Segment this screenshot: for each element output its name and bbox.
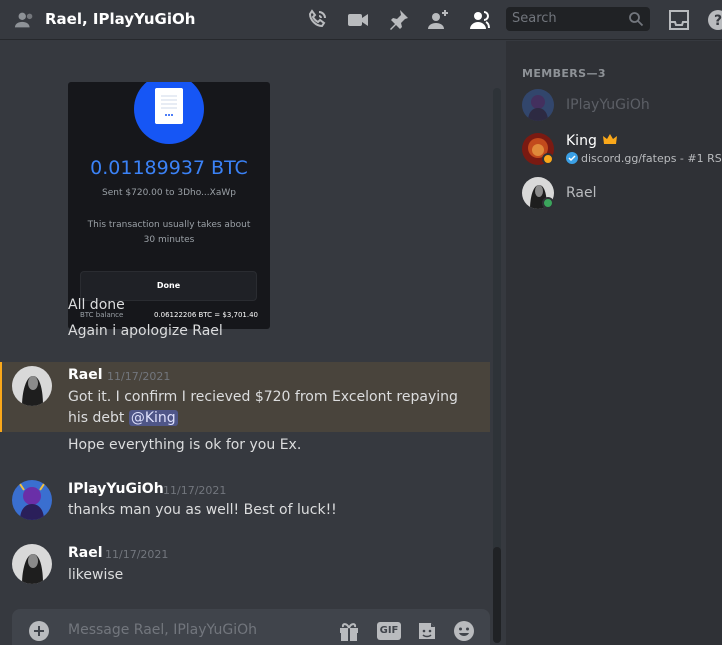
iplayyugioh-avatar-image — [522, 89, 554, 121]
member-name: IPlayYuGiOh — [566, 97, 650, 113]
btc-amount: 0.01189937 BTC — [90, 157, 248, 179]
transaction-note-line2: 30 minutes — [143, 235, 195, 245]
crown-icon — [603, 134, 618, 144]
pinned-messages-icon[interactable] — [386, 8, 410, 32]
call-icon[interactable] — [305, 8, 329, 32]
message-timestamp: 11/17/2021 — [163, 484, 227, 497]
user-mention[interactable]: @King — [128, 410, 178, 426]
sticker-icon[interactable] — [416, 620, 438, 642]
member-name-text: King — [566, 133, 597, 149]
message-timestamp: 11/17/2021 — [107, 370, 171, 383]
message-text: All done — [68, 297, 125, 313]
channel-title: Rael, IPlayYuGiOh — [45, 10, 196, 28]
message-text: his debt @King — [68, 410, 178, 426]
search-input[interactable]: Search — [506, 7, 650, 31]
member-name: King — [566, 133, 618, 149]
online-status-icon — [542, 197, 554, 209]
message-list: 0.01189937 BTC Sent $720.00 to 3Dho...Xa… — [0, 41, 505, 645]
member-status: discord.gg/fateps - #1 RSP... — [566, 152, 722, 165]
search-placeholder: Search — [512, 11, 557, 26]
message-author[interactable]: Rael — [68, 545, 103, 561]
document-icon — [155, 88, 183, 124]
channel-header: Rael, IPlayYuGiOh Search ? — [0, 0, 722, 40]
emoji-icon[interactable] — [453, 620, 475, 642]
avatar[interactable] — [12, 366, 52, 406]
verified-icon — [566, 152, 578, 164]
iplayyugioh-avatar-image — [12, 480, 52, 520]
scrollbar-thumb[interactable] — [493, 547, 501, 643]
group-dm-icon — [14, 12, 33, 28]
transaction-screenshot[interactable]: 0.01189937 BTC Sent $720.00 to 3Dho...Xa… — [68, 82, 270, 329]
balance-value: 0.06122206 BTC = $3,701.40 — [153, 311, 258, 319]
message-text: Again i apologize Rael — [68, 323, 223, 339]
add-friends-to-dm-icon[interactable] — [426, 8, 450, 32]
gif-button[interactable]: GIF — [377, 622, 401, 640]
gift-icon[interactable] — [338, 620, 360, 642]
help-icon[interactable]: ? — [706, 8, 722, 32]
gif-label: GIF — [379, 625, 399, 636]
member-list-heading: MEMBERS—3 — [522, 67, 606, 80]
message-text: thanks man you as well! Best of luck!! — [68, 502, 337, 518]
search-icon — [629, 12, 644, 27]
avatar[interactable] — [12, 480, 52, 520]
rael-avatar-image — [12, 544, 52, 584]
message-text: likewise — [68, 567, 124, 583]
rael-avatar-image — [12, 366, 52, 406]
avatar[interactable] — [12, 544, 52, 584]
inbox-icon[interactable] — [667, 8, 691, 32]
message-text: Got it. I confirm I recieved $720 from E… — [68, 389, 458, 405]
message-input-placeholder: Message Rael, IPlayYuGiOh — [68, 622, 257, 638]
member-list-icon[interactable] — [466, 8, 490, 32]
message-author[interactable]: Rael — [68, 367, 103, 383]
add-attachment-icon[interactable] — [29, 621, 49, 641]
member-status-text: discord.gg/fateps - #1 RSP... — [581, 152, 722, 165]
video-call-icon[interactable] — [346, 8, 370, 32]
member-list: MEMBERS—3 IPlayYuGiOh King discord.gg/fa… — [506, 41, 722, 645]
message-text: Hope everything is ok for you Ex. — [68, 437, 302, 453]
mention-bar — [0, 362, 2, 432]
message-text-prefix: his debt — [68, 410, 129, 426]
member-name: Rael — [566, 185, 597, 201]
message-input[interactable]: Message Rael, IPlayYuGiOh GIF — [12, 609, 490, 645]
avatar — [522, 89, 554, 121]
message-author[interactable]: IPlayYuGiOh — [68, 481, 164, 497]
message-timestamp: 11/17/2021 — [105, 548, 169, 561]
transaction-note-line1: This transaction usually takes about — [87, 220, 251, 230]
sent-summary: Sent $720.00 to 3Dho...XaWp — [102, 188, 236, 198]
idle-status-icon — [542, 153, 554, 165]
svg-text:?: ? — [714, 13, 722, 29]
